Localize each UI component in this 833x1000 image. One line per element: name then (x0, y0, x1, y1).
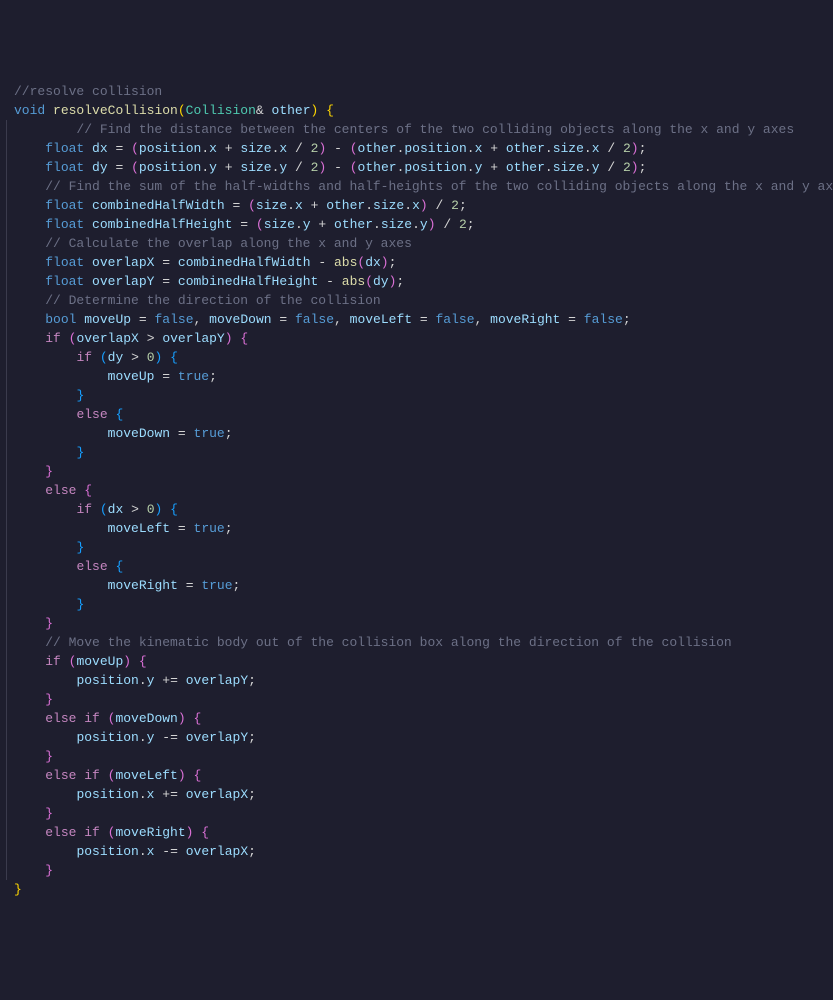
code-line: } (6, 462, 833, 481)
code-line: if (moveUp) { (6, 652, 833, 671)
code-line: float overlapX = combinedHalfWidth - abs… (6, 253, 833, 272)
code-line: bool moveUp = false, moveDown = false, m… (6, 310, 833, 329)
code-line: } (6, 595, 833, 614)
code-line: } (6, 804, 833, 823)
code-line: else if (moveLeft) { (6, 766, 833, 785)
code-line: } (6, 747, 833, 766)
code-line: position.y += overlapY; (6, 671, 833, 690)
code-line: float dx = (position.x + size.x / 2) - (… (6, 139, 833, 158)
code-line: // Determine the direction of the collis… (6, 291, 833, 310)
code-line: } (6, 614, 833, 633)
code-line: if (dx > 0) { (6, 500, 833, 519)
code-line: if (overlapX > overlapY) { (6, 329, 833, 348)
code-line: } (6, 443, 833, 462)
code-line: if (dy > 0) { (6, 348, 833, 367)
code-line: float dy = (position.y + size.y / 2) - (… (6, 158, 833, 177)
code-line: // Calculate the overlap along the x and… (6, 234, 833, 253)
code-line: } (6, 861, 833, 880)
code-line: float combinedHalfWidth = (size.x + othe… (6, 196, 833, 215)
code-line: moveRight = true; (6, 576, 833, 595)
code-line: else if (moveRight) { (6, 823, 833, 842)
code-line: } (6, 690, 833, 709)
code-line: } (6, 386, 833, 405)
code-line: moveLeft = true; (6, 519, 833, 538)
code-line: // Find the distance between the centers… (6, 120, 833, 139)
code-line: void resolveCollision(Collision& other) … (6, 101, 833, 120)
code-line: else { (6, 481, 833, 500)
code-line: moveUp = true; (6, 367, 833, 386)
code-editor[interactable]: //resolve collisionvoid resolveCollision… (6, 82, 833, 899)
code-line: //resolve collision (6, 82, 833, 101)
code-line: float combinedHalfHeight = (size.y + oth… (6, 215, 833, 234)
code-line: } (6, 880, 833, 899)
code-line: else { (6, 405, 833, 424)
code-line: float overlapY = combinedHalfHeight - ab… (6, 272, 833, 291)
code-line: // Find the sum of the half-widths and h… (6, 177, 833, 196)
code-line: moveDown = true; (6, 424, 833, 443)
code-line: else { (6, 557, 833, 576)
code-line: position.x += overlapX; (6, 785, 833, 804)
code-line: // Move the kinematic body out of the co… (6, 633, 833, 652)
code-line: } (6, 538, 833, 557)
code-line: else if (moveDown) { (6, 709, 833, 728)
code-line: position.y -= overlapY; (6, 728, 833, 747)
code-line: position.x -= overlapX; (6, 842, 833, 861)
